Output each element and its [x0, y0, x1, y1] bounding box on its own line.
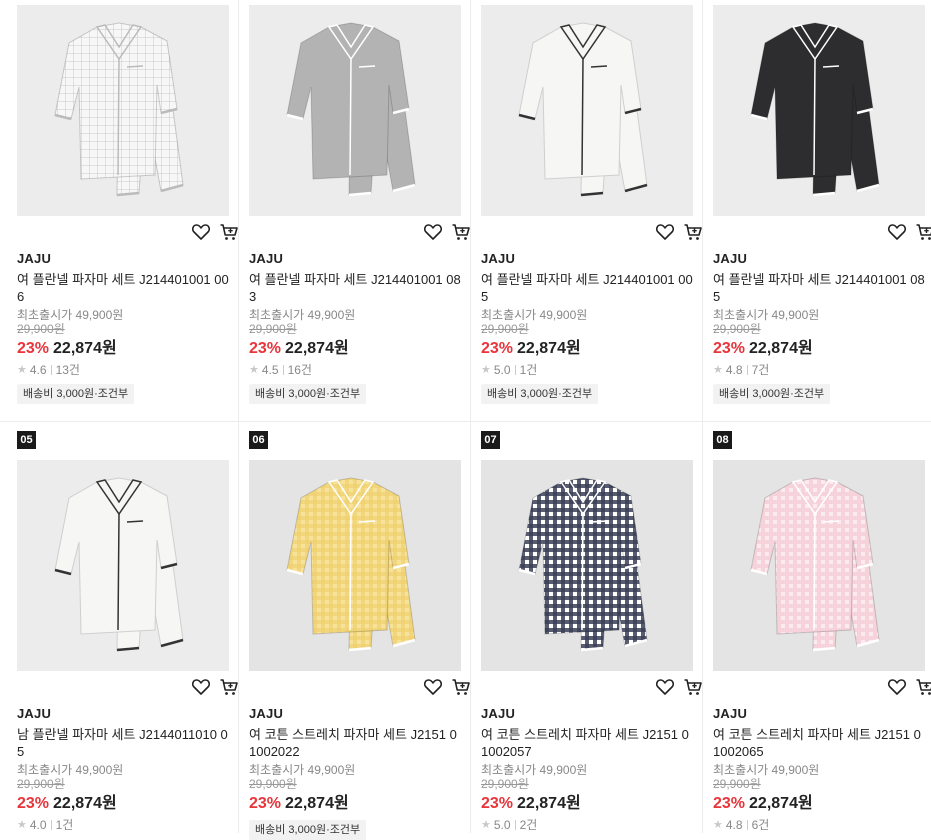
rating-row: ★ 4.0 1건 — [17, 817, 229, 833]
product-actions — [191, 677, 239, 697]
sale-price-row: 23% 22,874원 — [17, 794, 229, 814]
product-image[interactable] — [249, 460, 461, 671]
launch-price: 최초출시가 49,900원 — [713, 763, 820, 777]
review-count[interactable]: 6건 — [752, 817, 770, 833]
divider — [514, 820, 516, 830]
discount-rate: 23% — [713, 795, 746, 812]
rank-badge: 06 — [249, 431, 268, 449]
cart-icon[interactable] — [683, 677, 703, 697]
original-price: 29,900원 — [17, 777, 65, 791]
heart-icon[interactable] — [423, 677, 443, 697]
divider — [746, 820, 748, 830]
rating-score: 4.8 — [725, 818, 743, 832]
product-actions — [655, 677, 703, 697]
launch-price: 최초출시가 49,900원 — [481, 763, 588, 777]
brand-name[interactable]: JAJU — [249, 706, 461, 722]
product-name[interactable]: 여 코튼 스트레치 파자마 세트 J2151 01002057 — [481, 726, 693, 760]
launch-price: 최초출시가 49,900원 — [249, 763, 356, 777]
original-price: 29,900원 — [481, 777, 529, 791]
sale-price: 22,874원 — [53, 795, 117, 812]
sale-price: 22,874원 — [749, 795, 813, 812]
sale-price: 22,874원 — [517, 795, 581, 812]
rank-badge: 07 — [481, 431, 500, 449]
product-name[interactable]: 여 코튼 스트레치 파자마 세트 J2151 01002022 — [249, 726, 461, 760]
product-info: JAJU 여 코튼 스트레치 파자마 세트 J2151 01002057 최초출… — [481, 706, 693, 833]
product-info: JAJU 여 코튼 스트레치 파자마 세트 J2151 01002065 최초출… — [713, 706, 925, 833]
product-card[interactable]: 07 JAJU 여 코튼 스트레치 파자마 세트 J2151 01002057 … — [481, 0, 713, 833]
original-price: 29,900원 — [249, 777, 297, 791]
discount-rate: 23% — [481, 795, 514, 812]
star-icon: ★ — [713, 819, 723, 831]
discount-rate: 23% — [17, 795, 50, 812]
brand-name[interactable]: JAJU — [713, 706, 925, 722]
sale-price-row: 23% 22,874원 — [713, 794, 925, 814]
product-name[interactable]: 남 플란넬 파자마 세트 J2144011010 05 — [17, 726, 229, 760]
star-icon: ★ — [17, 819, 27, 831]
product-grid: JAJU 여 플란넬 파자마 세트 J214401001 006 최초출시가 4… — [0, 0, 931, 840]
rating-row: ★ 5.0 2건 — [481, 817, 693, 833]
heart-icon[interactable] — [887, 677, 907, 697]
star-icon: ★ — [481, 819, 491, 831]
rating-score: 4.0 — [29, 818, 47, 832]
product-actions — [887, 677, 931, 697]
sale-price-row: 23% 22,874원 — [249, 794, 461, 814]
shipping-badge: 배송비 3,000원·조건부 — [249, 820, 367, 840]
original-price: 29,900원 — [713, 777, 761, 791]
heart-icon[interactable] — [191, 677, 211, 697]
product-card[interactable]: 06 JAJU 여 코튼 스트레치 파자마 세트 J2151 01002022 … — [249, 0, 481, 840]
rating-score: 5.0 — [493, 818, 511, 832]
cart-icon[interactable] — [915, 677, 931, 697]
brand-name[interactable]: JAJU — [481, 706, 693, 722]
product-card[interactable]: 08 JAJU 여 코튼 스트레치 파자마 세트 J2151 01002065 … — [713, 0, 931, 833]
discount-rate: 23% — [249, 795, 282, 812]
product-info: JAJU 여 코튼 스트레치 파자마 세트 J2151 01002022 최초출… — [249, 706, 461, 840]
product-info: JAJU 남 플란넬 파자마 세트 J2144011010 05 최초출시가 4… — [17, 706, 229, 833]
divider — [50, 820, 52, 830]
product-actions — [423, 677, 471, 697]
product-name[interactable]: 여 코튼 스트레치 파자마 세트 J2151 01002065 — [713, 726, 925, 760]
product-image[interactable] — [17, 460, 229, 671]
sale-price-row: 23% 22,874원 — [481, 794, 693, 814]
brand-name[interactable]: JAJU — [17, 706, 229, 722]
rank-badge: 05 — [17, 431, 36, 449]
rank-badge: 08 — [713, 431, 732, 449]
heart-icon[interactable] — [655, 677, 675, 697]
review-count[interactable]: 2건 — [520, 817, 538, 833]
launch-price: 최초출시가 49,900원 — [17, 763, 124, 777]
product-card[interactable]: 05 JAJU 남 플란넬 파자마 세트 J2144011010 05 최초출시… — [17, 0, 249, 833]
rating-row: ★ 4.8 6건 — [713, 817, 925, 833]
sale-price: 22,874원 — [285, 795, 349, 812]
review-count[interactable]: 1건 — [56, 817, 74, 833]
cart-icon[interactable] — [451, 677, 471, 697]
product-image[interactable] — [481, 460, 693, 671]
product-image[interactable] — [713, 460, 925, 671]
cart-icon[interactable] — [219, 677, 239, 697]
